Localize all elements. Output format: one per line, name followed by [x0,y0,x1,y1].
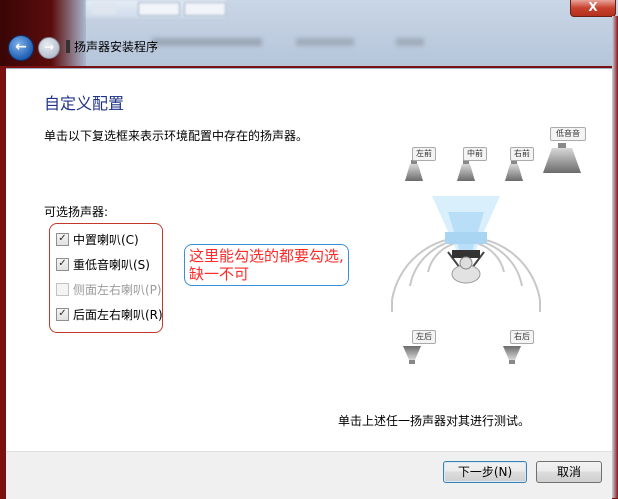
dialog-title: 扬声器安装程序 [74,40,159,54]
optional-speakers-label: 可选扬声器: [44,205,109,219]
check-icon[interactable]: ✓ [56,307,69,321]
front-left-label: 左前 [412,147,436,161]
checkbox-label: 后面左右喇叭(R) [73,307,163,322]
center-speaker[interactable] [455,160,477,182]
front-right-speaker[interactable] [503,160,525,182]
background-blurred-text [396,38,424,46]
speaker-setup-icon [66,40,70,53]
rear-left-label: 左后 [412,330,436,344]
page-title: 自定义配置 [44,94,125,113]
background-tab [138,2,180,16]
rear-left-speaker[interactable] [401,345,423,365]
background-tab [184,2,226,16]
side-speakers-checkbox: 侧面左右喇叭(P) [56,280,162,298]
annotation-callout: 这里能勾选的都要勾选,缺一不可 [184,244,349,286]
rear-right-label: 右后 [510,330,534,344]
background-blurred-text [296,38,354,46]
rear-speakers-checkbox[interactable]: ✓ 后面左右喇叭(R) [56,305,163,323]
front-left-speaker[interactable] [403,160,425,182]
checkbox-label: 中置喇叭(C) [73,232,139,247]
checkbox-box [56,282,69,296]
front-right-label: 右前 [510,147,534,161]
check-icon[interactable]: ✓ [56,257,69,271]
close-button[interactable]: X [570,0,616,17]
window-edge [612,16,618,498]
checkbox-label: 重低音喇叭(S) [73,257,150,272]
center-speaker-checkbox[interactable]: ✓ 中置喇叭(C) [56,230,139,248]
subwoofer-checkbox[interactable]: ✓ 重低音喇叭(S) [56,255,150,273]
check-icon[interactable]: ✓ [56,232,69,246]
next-button[interactable]: 下一步(N) [443,461,527,483]
cancel-button[interactable]: 取消 [536,461,602,483]
background-tab [92,2,116,14]
back-arrow-icon[interactable]: ← [8,35,34,61]
forward-arrow-icon: → [38,37,60,59]
subwoofer-label: 低音音 [550,127,586,141]
subwoofer-speaker[interactable] [542,142,582,174]
center-label: 中前 [463,147,487,161]
test-instruction-text: 单击上述任一扬声器对其进行测试。 [338,414,531,428]
rear-right-speaker[interactable] [501,345,523,365]
instruction-text: 单击以下复选框来表示环境配置中存在的扬声器。 [44,129,309,143]
checkbox-label: 侧面左右喇叭(P) [73,282,162,297]
background-blurred-text [152,38,262,46]
